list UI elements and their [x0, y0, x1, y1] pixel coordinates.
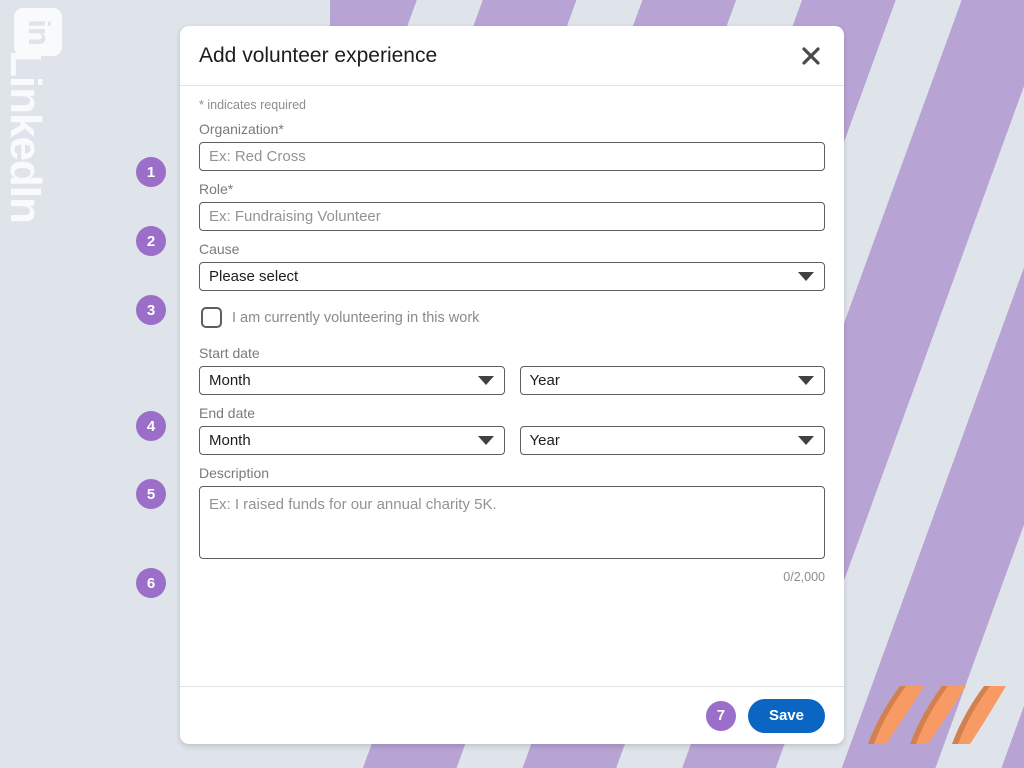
start-month-select[interactable]: Month [199, 366, 505, 395]
currently-volunteering-label: I am currently volunteering in this work [232, 309, 480, 326]
cause-field-group: Cause Please select [199, 241, 825, 291]
organization-field-group: Organization* [199, 121, 825, 171]
currently-volunteering-checkbox[interactable] [201, 307, 222, 328]
step-badge-7: 7 [705, 700, 736, 731]
linkedin-wordmark: LinkedIn [1, 50, 50, 223]
cause-select[interactable]: Please select [199, 262, 825, 291]
cause-label: Cause [199, 241, 240, 257]
end-month-value: Month [209, 432, 251, 449]
save-button[interactable]: Save [747, 698, 825, 733]
step-badge-3: 3 [136, 295, 166, 325]
cause-selected-value: Please select [209, 268, 299, 285]
add-volunteer-experience-modal: Add volunteer experience * indicates req… [180, 26, 844, 744]
end-year-value: Year [529, 432, 560, 449]
end-date-row: Month Year [199, 426, 825, 455]
linkedin-watermark: LinkedIn [1, 8, 76, 223]
step-badge-6: 6 [136, 568, 166, 598]
role-field-group: Role* [199, 181, 825, 231]
start-year-select[interactable]: Year [519, 366, 825, 395]
step-badge-2: 2 [136, 226, 166, 256]
chevron-down-icon [477, 436, 494, 445]
screen: LinkedIn 1 2 3 4 5 6 Add volunteer exper… [0, 0, 1024, 768]
description-character-counter: 0/2,000 [783, 570, 825, 584]
description-label: Description [199, 465, 270, 481]
end-date-label: End date [199, 405, 256, 421]
step-badge-5: 5 [136, 479, 166, 509]
orange-slashes-decoration [866, 684, 1006, 746]
currently-volunteering-row[interactable]: I am currently volunteering in this work [201, 307, 825, 328]
start-date-group: Start date Month Year [199, 345, 825, 395]
role-label: Role* [199, 181, 234, 197]
end-date-group: End date Month Year [199, 405, 825, 455]
close-icon[interactable] [796, 41, 826, 71]
end-month-select[interactable]: Month [199, 426, 505, 455]
modal-footer: 7 Save [180, 686, 844, 744]
role-input[interactable] [199, 202, 825, 231]
chevron-down-icon [798, 272, 814, 281]
page-title: Add volunteer experience [199, 43, 438, 67]
step-badge-1: 1 [136, 157, 166, 187]
linkedin-logo-icon [14, 8, 62, 56]
end-year-select[interactable]: Year [519, 426, 825, 455]
description-textarea[interactable] [199, 486, 825, 559]
chevron-down-icon [477, 376, 494, 385]
organization-input[interactable] [199, 142, 825, 171]
start-date-row: Month Year [199, 366, 825, 395]
organization-label: Organization* [199, 121, 284, 137]
start-date-label: Start date [199, 345, 260, 361]
modal-header: Add volunteer experience [180, 26, 844, 86]
chevron-down-icon [798, 376, 814, 385]
start-year-value: Year [529, 372, 560, 389]
description-group: Description 0/2,000 [199, 465, 825, 584]
step-badge-4: 4 [136, 411, 166, 441]
chevron-down-icon [798, 436, 814, 445]
required-note: * indicates required [199, 98, 307, 112]
start-month-value: Month [209, 372, 251, 389]
modal-body: * indicates required Organization* Role*… [180, 86, 844, 686]
